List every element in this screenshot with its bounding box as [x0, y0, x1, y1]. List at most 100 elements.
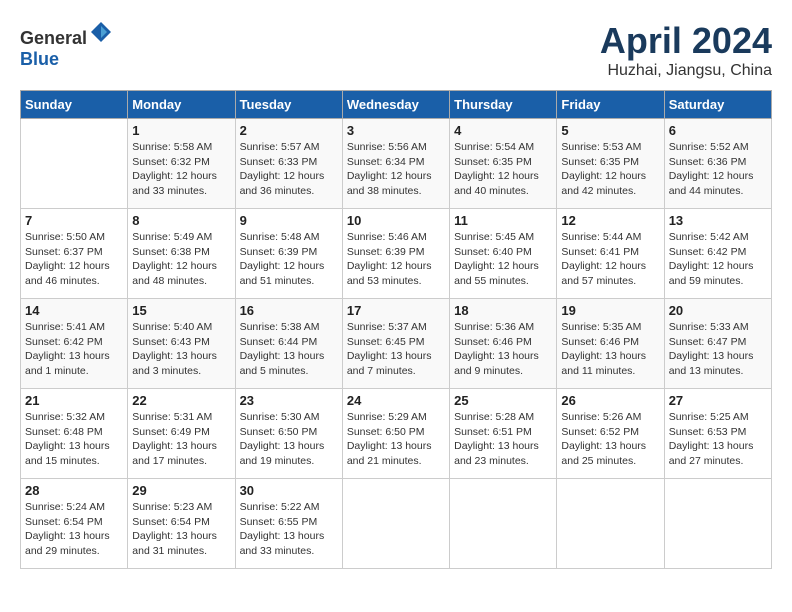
day-info: Sunrise: 5:40 AM Sunset: 6:43 PM Dayligh…	[132, 320, 230, 379]
day-number: 1	[132, 123, 230, 138]
calendar-cell: 23 Sunrise: 5:30 AM Sunset: 6:50 PM Dayli…	[235, 389, 342, 479]
calendar-cell	[342, 479, 449, 569]
calendar-cell: 17 Sunrise: 5:37 AM Sunset: 6:45 PM Dayli…	[342, 299, 449, 389]
day-number: 22	[132, 393, 230, 408]
day-info: Sunrise: 5:57 AM Sunset: 6:33 PM Dayligh…	[240, 140, 338, 199]
day-number: 13	[669, 213, 767, 228]
weekday-header-monday: Monday	[128, 91, 235, 119]
day-number: 4	[454, 123, 552, 138]
day-info: Sunrise: 5:32 AM Sunset: 6:48 PM Dayligh…	[25, 410, 123, 469]
day-info: Sunrise: 5:45 AM Sunset: 6:40 PM Dayligh…	[454, 230, 552, 289]
calendar-body: 1 Sunrise: 5:58 AM Sunset: 6:32 PM Daylig…	[21, 119, 772, 569]
calendar-cell: 8Sunrise: 5:49 AM Sunset: 6:38 PM Daylig…	[128, 209, 235, 299]
day-number: 23	[240, 393, 338, 408]
day-info: Sunrise: 5:49 AM Sunset: 6:38 PM Dayligh…	[132, 230, 230, 289]
page-header: General Blue April 2024 Huzhai, Jiangsu,…	[20, 20, 772, 80]
day-number: 21	[25, 393, 123, 408]
calendar-cell: 29 Sunrise: 5:23 AM Sunset: 6:54 PM Dayli…	[128, 479, 235, 569]
day-info: Sunrise: 5:58 AM Sunset: 6:32 PM Dayligh…	[132, 140, 230, 199]
day-number: 25	[454, 393, 552, 408]
calendar-cell: 19Sunrise: 5:35 AM Sunset: 6:46 PM Dayli…	[557, 299, 664, 389]
day-number: 24	[347, 393, 445, 408]
calendar-cell: 9 Sunrise: 5:48 AM Sunset: 6:39 PM Daylig…	[235, 209, 342, 299]
calendar-cell: 22 Sunrise: 5:31 AM Sunset: 6:49 PM Dayli…	[128, 389, 235, 479]
day-number: 29	[132, 483, 230, 498]
calendar-cell: 2Sunrise: 5:57 AM Sunset: 6:33 PM Daylig…	[235, 119, 342, 209]
weekday-header-sunday: Sunday	[21, 91, 128, 119]
day-number: 5	[561, 123, 659, 138]
day-info: Sunrise: 5:23 AM Sunset: 6:54 PM Dayligh…	[132, 500, 230, 559]
logo-icon	[89, 20, 113, 44]
logo-general: General	[20, 28, 87, 48]
day-number: 12	[561, 213, 659, 228]
day-number: 15	[132, 303, 230, 318]
calendar-cell: 10 Sunrise: 5:46 AM Sunset: 6:39 PM Dayli…	[342, 209, 449, 299]
calendar-cell: 25Sunrise: 5:28 AM Sunset: 6:51 PM Dayli…	[450, 389, 557, 479]
weekday-header-thursday: Thursday	[450, 91, 557, 119]
calendar-cell: 26Sunrise: 5:26 AM Sunset: 6:52 PM Dayli…	[557, 389, 664, 479]
day-info: Sunrise: 5:46 AM Sunset: 6:39 PM Dayligh…	[347, 230, 445, 289]
calendar-cell: 18 Sunrise: 5:36 AM Sunset: 6:46 PM Dayli…	[450, 299, 557, 389]
day-info: Sunrise: 5:25 AM Sunset: 6:53 PM Dayligh…	[669, 410, 767, 469]
day-info: Sunrise: 5:52 AM Sunset: 6:36 PM Dayligh…	[669, 140, 767, 199]
calendar-cell: 3 Sunrise: 5:56 AM Sunset: 6:34 PM Daylig…	[342, 119, 449, 209]
calendar-cell	[664, 479, 771, 569]
calendar-cell: 14 Sunrise: 5:41 AM Sunset: 6:42 PM Dayli…	[21, 299, 128, 389]
calendar-title: April 2024	[600, 20, 772, 62]
day-number: 10	[347, 213, 445, 228]
calendar-cell: 12Sunrise: 5:44 AM Sunset: 6:41 PM Dayli…	[557, 209, 664, 299]
day-info: Sunrise: 5:41 AM Sunset: 6:42 PM Dayligh…	[25, 320, 123, 379]
calendar-location: Huzhai, Jiangsu, China	[600, 62, 772, 80]
calendar-cell: 13 Sunrise: 5:42 AM Sunset: 6:42 PM Dayli…	[664, 209, 771, 299]
calendar-cell: 4 Sunrise: 5:54 AM Sunset: 6:35 PM Daylig…	[450, 119, 557, 209]
day-number: 9	[240, 213, 338, 228]
day-info: Sunrise: 5:22 AM Sunset: 6:55 PM Dayligh…	[240, 500, 338, 559]
day-number: 14	[25, 303, 123, 318]
calendar-cell: 7Sunrise: 5:50 AM Sunset: 6:37 PM Daylig…	[21, 209, 128, 299]
day-number: 27	[669, 393, 767, 408]
day-info: Sunrise: 5:30 AM Sunset: 6:50 PM Dayligh…	[240, 410, 338, 469]
day-info: Sunrise: 5:31 AM Sunset: 6:49 PM Dayligh…	[132, 410, 230, 469]
calendar-cell: 27 Sunrise: 5:25 AM Sunset: 6:53 PM Dayli…	[664, 389, 771, 479]
day-info: Sunrise: 5:38 AM Sunset: 6:44 PM Dayligh…	[240, 320, 338, 379]
day-info: Sunrise: 5:54 AM Sunset: 6:35 PM Dayligh…	[454, 140, 552, 199]
day-number: 16	[240, 303, 338, 318]
calendar-cell	[557, 479, 664, 569]
logo: General Blue	[20, 20, 113, 70]
weekday-header-saturday: Saturday	[664, 91, 771, 119]
day-number: 3	[347, 123, 445, 138]
day-number: 17	[347, 303, 445, 318]
week-row-3: 14 Sunrise: 5:41 AM Sunset: 6:42 PM Dayli…	[21, 299, 772, 389]
calendar-cell: 21 Sunrise: 5:32 AM Sunset: 6:48 PM Dayli…	[21, 389, 128, 479]
weekday-header-tuesday: Tuesday	[235, 91, 342, 119]
day-info: Sunrise: 5:36 AM Sunset: 6:46 PM Dayligh…	[454, 320, 552, 379]
day-number: 18	[454, 303, 552, 318]
weekday-header-wednesday: Wednesday	[342, 91, 449, 119]
weekday-header-friday: Friday	[557, 91, 664, 119]
calendar-cell: 30Sunrise: 5:22 AM Sunset: 6:55 PM Dayli…	[235, 479, 342, 569]
logo-text: General Blue	[20, 20, 113, 70]
week-row-4: 21 Sunrise: 5:32 AM Sunset: 6:48 PM Dayli…	[21, 389, 772, 479]
calendar-cell: 28Sunrise: 5:24 AM Sunset: 6:54 PM Dayli…	[21, 479, 128, 569]
calendar-cell	[21, 119, 128, 209]
logo-blue: Blue	[20, 49, 59, 69]
calendar-cell: 24 Sunrise: 5:29 AM Sunset: 6:50 PM Dayli…	[342, 389, 449, 479]
day-info: Sunrise: 5:53 AM Sunset: 6:35 PM Dayligh…	[561, 140, 659, 199]
day-info: Sunrise: 5:24 AM Sunset: 6:54 PM Dayligh…	[25, 500, 123, 559]
day-info: Sunrise: 5:37 AM Sunset: 6:45 PM Dayligh…	[347, 320, 445, 379]
calendar-cell: 5 Sunrise: 5:53 AM Sunset: 6:35 PM Daylig…	[557, 119, 664, 209]
day-number: 6	[669, 123, 767, 138]
day-info: Sunrise: 5:56 AM Sunset: 6:34 PM Dayligh…	[347, 140, 445, 199]
calendar-header: SundayMondayTuesdayWednesdayThursdayFrid…	[21, 91, 772, 119]
day-info: Sunrise: 5:48 AM Sunset: 6:39 PM Dayligh…	[240, 230, 338, 289]
day-info: Sunrise: 5:50 AM Sunset: 6:37 PM Dayligh…	[25, 230, 123, 289]
day-info: Sunrise: 5:29 AM Sunset: 6:50 PM Dayligh…	[347, 410, 445, 469]
day-number: 11	[454, 213, 552, 228]
calendar-cell: 6 Sunrise: 5:52 AM Sunset: 6:36 PM Daylig…	[664, 119, 771, 209]
week-row-2: 7Sunrise: 5:50 AM Sunset: 6:37 PM Daylig…	[21, 209, 772, 299]
calendar-cell: 20Sunrise: 5:33 AM Sunset: 6:47 PM Dayli…	[664, 299, 771, 389]
day-info: Sunrise: 5:42 AM Sunset: 6:42 PM Dayligh…	[669, 230, 767, 289]
title-block: April 2024 Huzhai, Jiangsu, China	[600, 20, 772, 80]
calendar-cell: 15 Sunrise: 5:40 AM Sunset: 6:43 PM Dayli…	[128, 299, 235, 389]
day-number: 19	[561, 303, 659, 318]
